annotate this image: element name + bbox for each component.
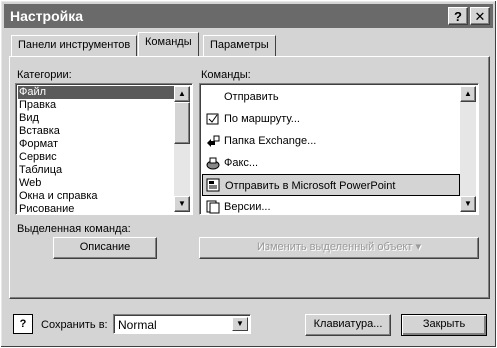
keyboard-button-label: Клавиатура... (313, 318, 383, 330)
save-in-value: Normal (118, 318, 157, 332)
scroll-up-icon[interactable]: ▲ (174, 86, 190, 102)
category-item[interactable]: Вид (18, 112, 174, 125)
scroll-up-icon[interactable]: ▲ (460, 86, 476, 102)
commands-listbox[interactable]: Отправить По маршруту... Папка Exchange.… (199, 83, 479, 215)
categories-listbox[interactable]: Файл Правка Вид Вставка Формат Сервис Та… (15, 83, 193, 215)
command-label: Факс... (224, 157, 259, 169)
command-item[interactable]: Отправить (202, 86, 460, 108)
categories-label: Категории: (17, 69, 72, 81)
describe-button-label: Описание (79, 241, 131, 253)
category-item[interactable]: Формат (18, 138, 174, 151)
save-in-label: Сохранить в: (41, 319, 108, 331)
categories-scrollbar[interactable]: ▲ ▼ (174, 86, 190, 212)
command-item[interactable]: По маршруту... (202, 108, 460, 130)
command-label: Версии... (224, 201, 271, 213)
scroll-down-icon[interactable]: ▼ (174, 196, 190, 212)
help-button[interactable]: ? (448, 7, 468, 25)
command-label: Отправить в Microsoft PowerPoint (225, 180, 396, 192)
keyboard-button[interactable]: Клавиатура... (305, 314, 391, 336)
command-label: Папка Exchange... (224, 135, 317, 147)
exchange-folder-icon (206, 134, 220, 148)
command-item[interactable]: Папка Exchange... (202, 130, 460, 152)
command-item[interactable]: Факс... (202, 152, 460, 174)
selected-command-label: Выделенная команда: (17, 223, 131, 235)
category-item[interactable]: Web (18, 177, 174, 190)
fax-icon (206, 156, 220, 170)
dialog-title: Настройка (10, 8, 84, 24)
help-icon[interactable]: ? (13, 314, 33, 334)
commands-scrollbar[interactable]: ▲ ▼ (460, 86, 476, 212)
send-icon (206, 90, 220, 104)
title-bar: Настройка ? ✕ (4, 4, 493, 28)
customize-dialog: Настройка ? ✕ Панели инструментов Команд… (0, 0, 497, 348)
powerpoint-send-icon (206, 178, 220, 192)
command-item-selected[interactable]: Отправить в Microsoft PowerPoint (202, 174, 460, 196)
category-item[interactable]: Рисование (18, 203, 174, 214)
close-button[interactable]: Закрыть (401, 314, 487, 336)
modify-selection-label: Изменить выделенный объект ▾ (257, 241, 421, 253)
category-item[interactable]: Окна и справка (18, 190, 174, 203)
scroll-thumb[interactable] (174, 102, 190, 144)
category-item[interactable]: Вставка (18, 125, 174, 138)
category-item[interactable]: Файл (18, 86, 174, 99)
command-label: Отправить (224, 91, 279, 103)
modify-selection-button[interactable]: Изменить выделенный объект ▾ (199, 237, 479, 259)
save-in-combo[interactable]: Normal ▼ (113, 314, 251, 334)
routing-slip-icon (206, 112, 220, 126)
close-icon[interactable]: ✕ (470, 7, 490, 25)
command-item[interactable]: Версии... (202, 196, 460, 214)
tab-options[interactable]: Параметры (203, 35, 276, 56)
scroll-down-icon[interactable]: ▼ (460, 196, 476, 212)
tab-commands[interactable]: Команды (138, 32, 199, 56)
category-item[interactable]: Сервис (18, 151, 174, 164)
close-button-label: Закрыть (422, 318, 466, 330)
chevron-down-icon[interactable]: ▼ (232, 317, 248, 331)
command-label: По маршруту... (224, 113, 300, 125)
commands-label: Команды: (201, 69, 251, 81)
category-item[interactable]: Таблица (18, 164, 174, 177)
versions-icon (206, 200, 220, 214)
describe-button[interactable]: Описание (53, 237, 157, 259)
category-item[interactable]: Правка (18, 99, 174, 112)
categories-list: Файл Правка Вид Вставка Формат Сервис Та… (18, 86, 174, 214)
tab-toolbars[interactable]: Панели инструментов (11, 35, 138, 56)
